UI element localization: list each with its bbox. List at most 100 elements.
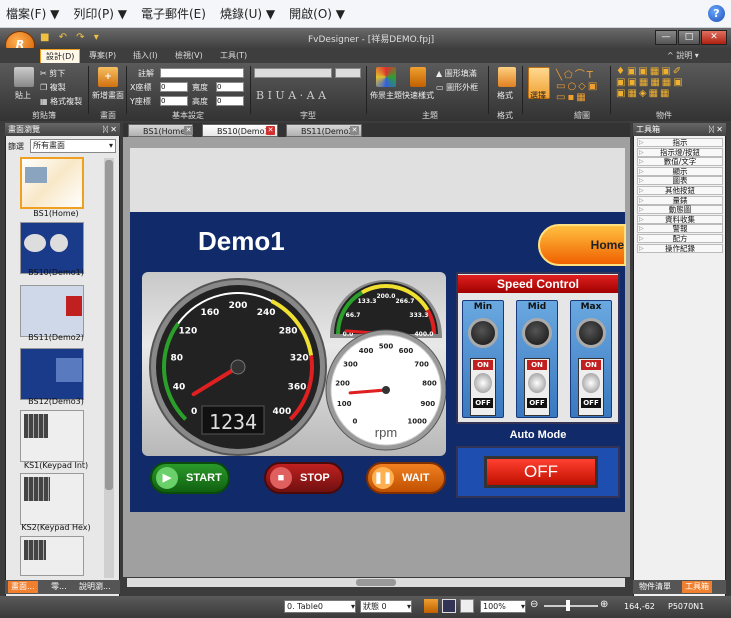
toolbox-item[interactable]: 配方: [637, 234, 723, 243]
expand-arrow-icon[interactable]: ▷: [639, 235, 644, 242]
expand-arrow-icon[interactable]: ▷: [639, 158, 644, 165]
close-icon[interactable]: ✕: [350, 126, 359, 135]
font-size-select[interactable]: [335, 68, 361, 78]
snap-icon[interactable]: [442, 599, 456, 613]
screen-label-home[interactable]: BS1(Home): [10, 209, 102, 218]
expand-arrow-icon[interactable]: ▷: [639, 245, 644, 252]
screen-thumb-home[interactable]: [20, 157, 84, 209]
menu-print[interactable]: 列印(P) ▼: [73, 5, 127, 22]
zoom-select[interactable]: 100% ▾: [480, 600, 526, 613]
expand-arrow-icon[interactable]: ▷: [639, 197, 644, 204]
expand-arrow-icon[interactable]: ▷: [639, 149, 644, 156]
expand-arrow-icon[interactable]: ▷: [639, 225, 644, 232]
paste-label[interactable]: 貼上: [15, 90, 31, 101]
expand-arrow-icon[interactable]: ▷: [639, 139, 644, 146]
tab-view[interactable]: 檢視(V): [170, 49, 208, 63]
toolbox-item[interactable]: 量錶: [637, 195, 723, 205]
quick-access-toolbar[interactable]: ■ ↶ ↷ ▾: [40, 32, 102, 43]
toolbox-item[interactable]: 顯示: [637, 166, 723, 176]
format-icon[interactable]: [498, 67, 516, 87]
format-copy-button[interactable]: ▦ 格式複製: [40, 96, 82, 107]
minimize-icon[interactable]: —: [655, 30, 677, 45]
auto-mode-toggle-button[interactable]: OFF: [484, 456, 598, 488]
font-style-buttons[interactable]: B I U A · A A: [256, 89, 326, 102]
expand-arrow-icon[interactable]: ▷: [639, 216, 644, 223]
tab-tools[interactable]: 工具(T): [215, 49, 252, 63]
tab-toolbox[interactable]: 工具箱: [682, 581, 712, 593]
close-icon[interactable]: ✕: [266, 126, 275, 135]
help-icon[interactable]: ?: [708, 5, 725, 22]
width-input[interactable]: 0: [216, 82, 244, 92]
cut-button[interactable]: ✂ 剪下: [40, 68, 65, 79]
menu-burn[interactable]: 燒錄(U) ▼: [220, 5, 275, 22]
toolbox-item[interactable]: 資料收集: [637, 214, 723, 224]
close-icon[interactable]: ✕: [701, 30, 727, 45]
tab-help-browser[interactable]: 說明瀏...: [76, 581, 114, 593]
copy-button[interactable]: ❐ 複製: [40, 82, 66, 93]
zoom-slider[interactable]: [544, 605, 598, 607]
toolbox-item[interactable]: 圖表: [637, 176, 723, 186]
hscroll-thumb[interactable]: [356, 579, 396, 586]
switch-max-lever[interactable]: [582, 373, 600, 393]
expand-arrow-icon[interactable]: ▷: [639, 206, 644, 213]
grid-icon[interactable]: [424, 599, 438, 613]
stop-button[interactable]: ■ STOP: [264, 462, 344, 494]
menu-open[interactable]: 開啟(O) ▼: [289, 5, 345, 22]
theme-button[interactable]: 佈景主題: [370, 90, 402, 101]
format-button[interactable]: 格式: [497, 90, 513, 101]
state-select[interactable]: 狀態 0 ▾: [360, 600, 412, 613]
tab-design[interactable]: 設計(D): [40, 49, 81, 63]
zoom-out-icon[interactable]: ⊖: [530, 599, 538, 610]
align-icon[interactable]: [460, 599, 474, 613]
toolbox-item[interactable]: 其他按鈕: [637, 186, 723, 195]
expand-arrow-icon[interactable]: ▷: [639, 168, 644, 175]
wait-button[interactable]: ❚❚ WAIT: [366, 462, 446, 494]
shape-fill-button[interactable]: ▲ 圖形填滿: [436, 68, 477, 79]
screen-label-demo3[interactable]: BS12(Demo3): [10, 397, 102, 406]
toolbox-item[interactable]: 警報: [637, 224, 723, 234]
canvas-top-area[interactable]: [130, 148, 625, 212]
object-tools-icon[interactable]: ♦▣▣▦▣✐ ▣▣▦▦▦▣ ▣▦◈▦▦: [616, 66, 685, 99]
tab-components[interactable]: 零...: [48, 581, 70, 593]
close-icon[interactable]: ✕: [184, 126, 193, 135]
tab-object-list[interactable]: 物件清單: [636, 581, 674, 593]
draw-shapes-icon[interactable]: ╲⬠⌒T ▭○◇▣ ▭▪▦: [556, 66, 599, 103]
switch-min-lever[interactable]: [474, 373, 492, 393]
switch-mid-lever[interactable]: [528, 373, 546, 393]
select-tool-label[interactable]: 選擇: [530, 90, 546, 101]
maximize-icon[interactable]: □: [678, 30, 700, 45]
object-select[interactable]: 0. Table0 ▾: [284, 600, 356, 613]
shape-outline-button[interactable]: ▭ 圖形外框: [436, 82, 478, 93]
toolbox-item[interactable]: 動態圖: [637, 205, 723, 215]
theme-icon[interactable]: [376, 67, 396, 87]
menu-email[interactable]: 電子郵件(E): [141, 5, 206, 22]
tab-project[interactable]: 專案(P): [84, 49, 121, 63]
new-screen-button[interactable]: 新增畫面: [92, 90, 124, 101]
screen-label-demo2[interactable]: BS11(Demo2): [10, 333, 102, 342]
tab-screens[interactable]: 畫面...: [8, 581, 38, 593]
toolbox-item[interactable]: 操作紀錄: [637, 243, 723, 253]
expand-arrow-icon[interactable]: ▷: [639, 187, 644, 194]
toolbox-item[interactable]: 指示燈/按鈕: [637, 147, 723, 157]
home-button-label[interactable]: Home: [562, 238, 624, 252]
quick-style-button[interactable]: 快速樣式: [402, 90, 434, 101]
new-screen-icon[interactable]: +: [98, 67, 118, 87]
height-input[interactable]: 0: [216, 96, 244, 106]
comment-input[interactable]: [160, 68, 244, 78]
toolbox-item[interactable]: 指示: [637, 138, 723, 147]
x-input[interactable]: 0: [160, 82, 188, 92]
ribbon-help-tab[interactable]: ^ 說明 ▾: [662, 49, 704, 63]
paste-icon[interactable]: [14, 67, 34, 87]
zoom-slider-thumb[interactable]: [566, 600, 570, 611]
scrollbar-thumb[interactable]: [105, 160, 113, 490]
start-button[interactable]: ▶ START: [150, 462, 230, 494]
screen-label-keypad-int[interactable]: KS1(Keypad Int): [10, 461, 102, 470]
menu-file[interactable]: 檔案(F) ▼: [6, 5, 59, 22]
filter-select[interactable]: 所有畫面 ▾: [30, 139, 116, 153]
screen-label-demo1[interactable]: BS10(Demo1): [10, 268, 102, 277]
quick-style-icon[interactable]: [410, 67, 426, 87]
tab-insert[interactable]: 插入(I): [128, 49, 163, 63]
expand-arrow-icon[interactable]: ▷: [639, 177, 644, 184]
zoom-in-icon[interactable]: ⊕: [600, 599, 608, 610]
toolbox-item[interactable]: 數值/文字: [637, 157, 723, 167]
